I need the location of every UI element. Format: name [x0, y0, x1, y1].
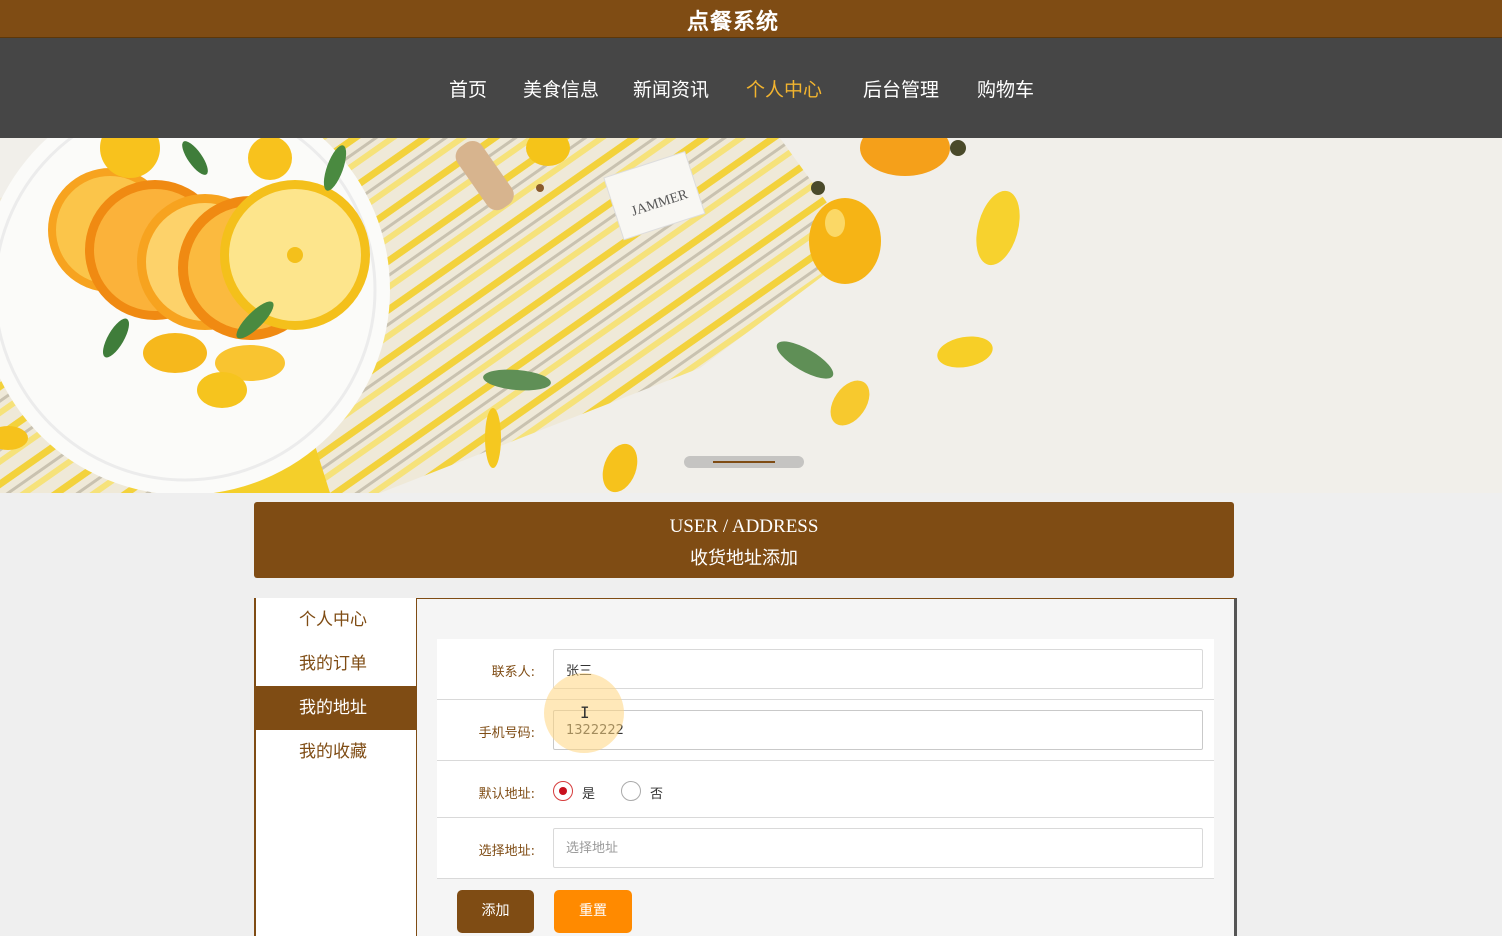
sidebar-item-my-orders[interactable]: 我的订单	[256, 642, 417, 686]
sidebar-item-my-favorites[interactable]: 我的收藏	[256, 730, 417, 774]
default-yes-radio[interactable]	[553, 781, 573, 801]
app-title: 点餐系统	[686, 10, 779, 35]
default-yes-label[interactable]: 是	[582, 783, 595, 802]
nav-item-admin[interactable]: 后台管理	[863, 75, 939, 102]
reset-button[interactable]: 重置	[554, 890, 632, 933]
contact-label: 联系人:	[491, 665, 535, 680]
phone-label: 手机号码:	[478, 726, 535, 741]
section-title-en: USER / ADDRESS	[669, 516, 819, 537]
nav-item-food-info[interactable]: 美食信息	[523, 75, 599, 102]
nav-item-home[interactable]: 首页	[449, 75, 487, 102]
address-form: 联系人: 手机号码: 默认地址: 是 否 选择地址:	[437, 639, 1214, 879]
text-cursor-icon: I	[580, 703, 590, 722]
top-title-bar: 点餐系统	[0, 0, 1502, 38]
section-header: USER / ADDRESS 收货地址添加	[254, 502, 1234, 578]
carousel-indicator[interactable]	[684, 456, 804, 468]
address-form-panel: 联系人: 手机号码: 默认地址: 是 否 选择地址: 添加 重置	[416, 598, 1237, 936]
sidebar: 个人中心 我的订单 我的地址 我的收藏	[254, 598, 417, 936]
phone-input[interactable]	[553, 710, 1203, 750]
address-select-input[interactable]	[553, 828, 1203, 868]
default-no-radio[interactable]	[621, 781, 641, 801]
banner-carousel[interactable]: JAMMER	[0, 138, 1502, 493]
nav-item-personal-center[interactable]: 个人中心	[746, 75, 822, 102]
banner-image: JAMMER	[0, 138, 1502, 493]
address-select-row: 选择地址:	[437, 818, 1214, 879]
sidebar-item-personal-center[interactable]: 个人中心	[256, 598, 417, 642]
main-nav: 首页 美食信息 新闻资讯 个人中心 后台管理 购物车	[0, 38, 1502, 138]
default-address-row: 默认地址: 是 否	[437, 761, 1214, 818]
section-title-cn: 收货地址添加	[690, 548, 798, 569]
sidebar-item-my-address[interactable]: 我的地址	[256, 686, 417, 730]
nav-item-cart[interactable]: 购物车	[977, 75, 1034, 102]
default-no-label[interactable]: 否	[650, 783, 663, 802]
add-button[interactable]: 添加	[457, 890, 534, 933]
default-address-label: 默认地址:	[478, 787, 535, 802]
carousel-indicator-active	[713, 461, 775, 463]
contact-input[interactable]	[553, 649, 1203, 689]
address-select-label: 选择地址:	[478, 844, 535, 859]
nav-item-news[interactable]: 新闻资讯	[633, 75, 709, 102]
